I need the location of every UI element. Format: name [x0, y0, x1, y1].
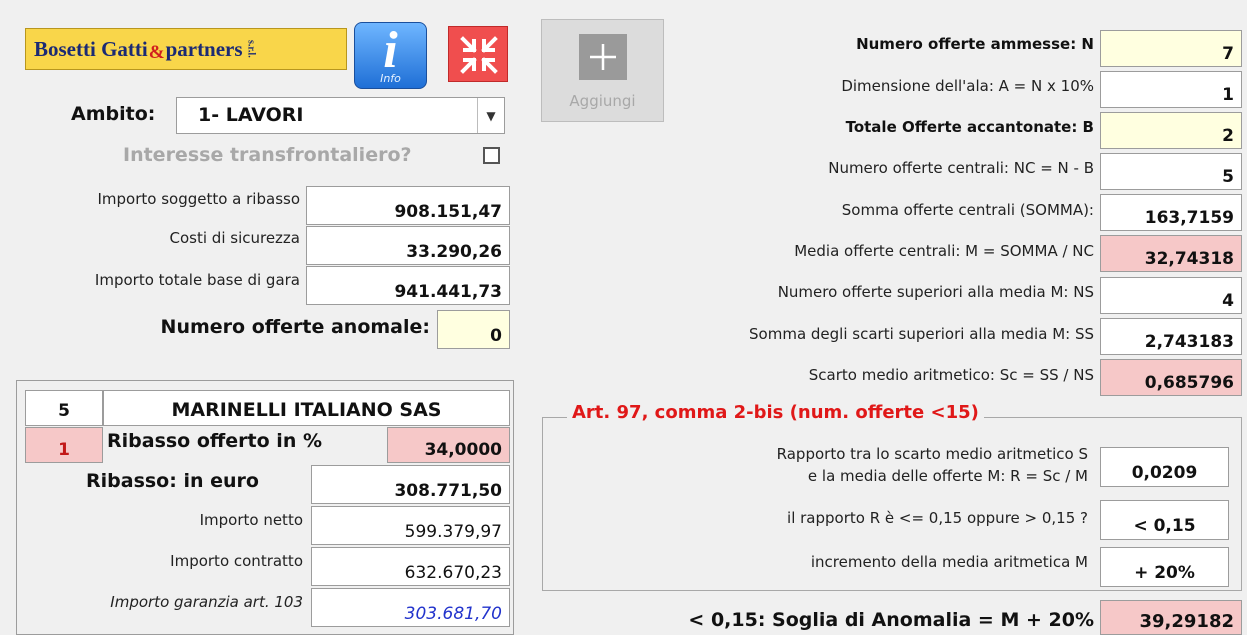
importo-garanzia-field[interactable]: 303.681,70: [311, 588, 510, 627]
offerta-posizione-field[interactable]: 1: [25, 427, 103, 463]
ditta-name-field[interactable]: MARINELLI ITALIANO SAS: [103, 390, 510, 426]
dimensione-ala-label: Dimensione dell'ala: A = N x 10%: [841, 77, 1094, 95]
incremento-label: incremento della media aritmetica M: [810, 553, 1088, 571]
offerte-anomale-label: Numero offerte anomale:: [160, 316, 430, 338]
plus-icon: [579, 34, 627, 80]
confronto-field[interactable]: < 0,15: [1100, 500, 1229, 540]
offerta-numero-field[interactable]: 5: [25, 390, 103, 426]
info-icon: i: [383, 22, 398, 79]
add-button[interactable]: Aggiungi: [541, 19, 664, 122]
importo-garanzia-label: Importo garanzia art. 103: [110, 593, 303, 611]
importo-totale-field[interactable]: 941.441,73: [306, 266, 510, 305]
ribasso-euro-field[interactable]: 308.771,50: [311, 465, 510, 504]
media-centrali-field[interactable]: 32,74318: [1100, 235, 1242, 272]
logo-ampersand: &: [148, 42, 165, 63]
info-button-label: Info: [380, 72, 401, 85]
rapporto-label-line2: e la media delle offerte M: R = Sc / M: [807, 467, 1088, 485]
confronto-label: il rapporto R è <= 0,15 oppure > 0,15 ?: [787, 509, 1088, 527]
company-logo: Bosetti Gatti & partners s.r.l.: [25, 28, 347, 70]
offerte-accantonate-field[interactable]: 2: [1100, 112, 1242, 149]
soglia-anomalia-field[interactable]: 39,29182: [1100, 600, 1242, 635]
media-centrali-label: Media offerte centrali: M = SOMMA / NC: [794, 242, 1094, 260]
add-button-label: Aggiungi: [569, 92, 636, 110]
somma-centrali-field[interactable]: 163,7159: [1100, 194, 1242, 231]
importo-contratto-label: Importo contratto: [170, 552, 303, 570]
scarto-medio-label: Scarto medio aritmetico: Sc = SS / NS: [808, 366, 1094, 384]
scarti-superiori-label: Somma degli scarti superiori alla media …: [749, 325, 1094, 343]
art97-title: Art. 97, comma 2-bis (num. offerte <15): [567, 402, 984, 423]
importo-soggetto-field[interactable]: 908.151,47: [306, 186, 510, 225]
collapse-arrows-icon: [460, 36, 498, 74]
dimensione-ala-field[interactable]: 1: [1100, 71, 1242, 108]
ribasso-percent-field[interactable]: 34,0000: [387, 427, 510, 463]
scarti-superiori-field[interactable]: 2,743183: [1100, 318, 1242, 355]
ambito-label: Ambito:: [71, 103, 156, 125]
ribasso-euro-label: Ribasso: in euro: [86, 470, 259, 492]
costi-sicurezza-field[interactable]: 33.290,26: [306, 226, 510, 265]
importo-netto-label: Importo netto: [199, 511, 303, 529]
importo-totale-label: Importo totale base di gara: [94, 271, 300, 289]
ambito-value: 1- LAVORI: [198, 104, 304, 126]
scarto-medio-field[interactable]: 0,685796: [1100, 359, 1242, 396]
somma-centrali-label: Somma offerte centrali (SOMMA):: [841, 201, 1094, 219]
rapporto-label-line1: Rapporto tra lo scarto medio aritmetico …: [776, 445, 1088, 463]
offerte-ammesse-field[interactable]: 7: [1100, 30, 1242, 67]
rapporto-field[interactable]: 0,0209: [1100, 447, 1229, 487]
costi-sicurezza-label: Costi di sicurezza: [169, 229, 300, 247]
incremento-field[interactable]: + 20%: [1100, 547, 1229, 587]
offerte-centrali-label: Numero offerte centrali: NC = N - B: [828, 159, 1094, 177]
logo-main: Bosetti Gatti: [34, 36, 148, 61]
logo-partners: partners: [165, 36, 243, 61]
importo-soggetto-label: Importo soggetto a ribasso: [97, 190, 300, 208]
offerte-accantonate-label: Totale Offerte accantonate: B: [845, 118, 1094, 136]
importo-netto-field[interactable]: 599.379,97: [311, 506, 510, 545]
transfrontaliero-checkbox[interactable]: [483, 147, 500, 164]
offerte-superiori-label: Numero offerte superiori alla media M: N…: [777, 283, 1094, 301]
ambito-select[interactable]: 1- LAVORI ▼: [176, 97, 505, 134]
transfrontaliero-label: Interesse transfrontaliero?: [123, 144, 412, 166]
collapse-button[interactable]: [448, 26, 508, 82]
chevron-down-icon[interactable]: ▼: [477, 98, 504, 133]
soglia-anomalia-label: < 0,15: Soglia di Anomalia = M + 20%: [688, 609, 1094, 631]
offerte-anomale-field[interactable]: 0: [437, 310, 510, 349]
importo-contratto-field[interactable]: 632.670,23: [311, 547, 510, 586]
logo-srl: s.r.l.: [245, 40, 257, 58]
offerte-superiori-field[interactable]: 4: [1100, 277, 1242, 314]
ribasso-percent-label: Ribasso offerto in %: [107, 430, 322, 452]
offerte-ammesse-label: Numero offerte ammesse: N: [856, 35, 1094, 53]
offerte-centrali-field[interactable]: 5: [1100, 153, 1242, 190]
info-button[interactable]: i Info: [354, 22, 427, 89]
